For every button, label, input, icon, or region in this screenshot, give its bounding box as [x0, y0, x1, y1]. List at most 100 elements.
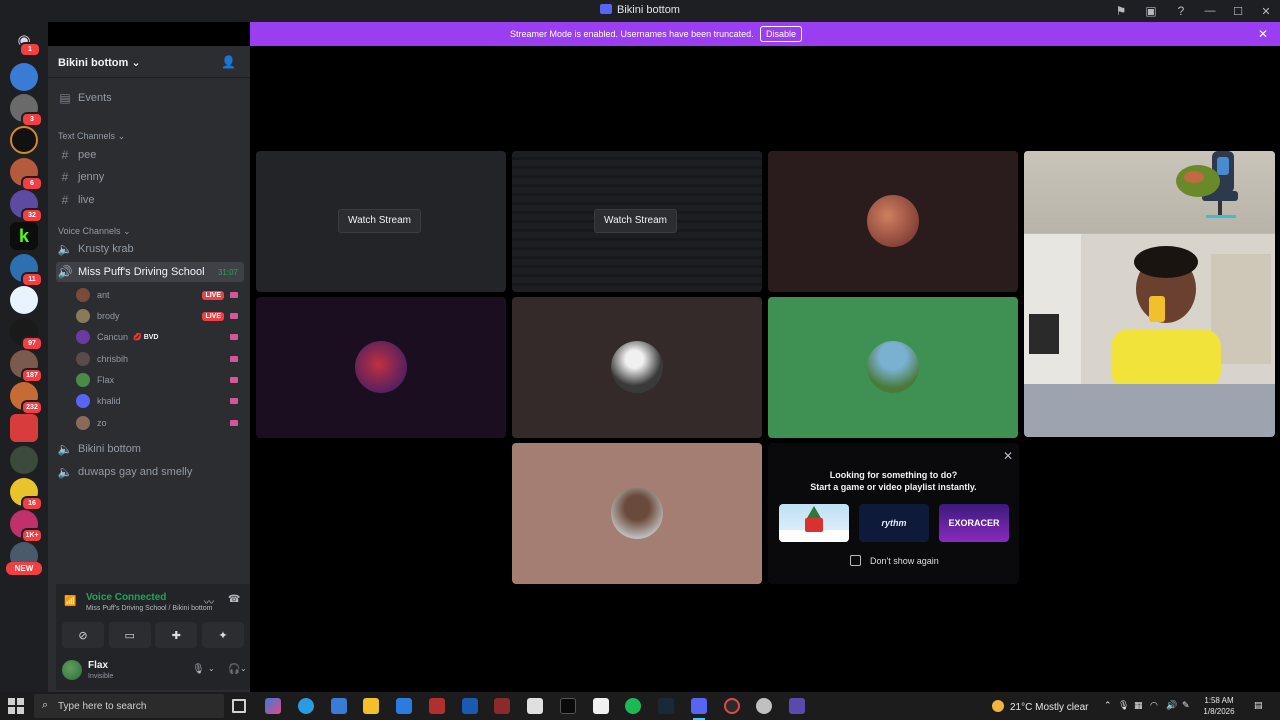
server-icon[interactable]	[10, 126, 38, 154]
stream-tile[interactable]: Watch Stream	[256, 151, 506, 292]
activity-thumbnail[interactable]: rythm	[859, 504, 929, 542]
channel-pee[interactable]: # pee	[56, 145, 244, 165]
voice-channel-bikini-bottom[interactable]: 🔈 Bikini bottom	[56, 439, 244, 459]
voice-user[interactable]: zo	[76, 413, 244, 433]
events-item[interactable]: ▤ Events	[56, 88, 244, 108]
minimize-button[interactable]: —	[1196, 0, 1224, 22]
activities-button[interactable]: ✚	[155, 622, 198, 648]
close-icon[interactable]: ✕	[1258, 27, 1268, 41]
discord-home-icon[interactable]: ◉ 1	[10, 26, 41, 57]
server-icon[interactable]: 6	[10, 158, 43, 191]
app-icon[interactable]	[494, 698, 510, 714]
server-icon[interactable]: 3	[10, 94, 43, 127]
headphones-icon[interactable]: 🎧	[228, 664, 240, 675]
participant-tile[interactable]	[256, 297, 506, 438]
disable-streamer-mode-button[interactable]: Disable	[760, 26, 803, 42]
participant-tile[interactable]	[768, 151, 1018, 292]
app-icon[interactable]	[724, 698, 740, 714]
stream-tile[interactable]: Watch Stream	[512, 151, 762, 292]
voice-user[interactable]: Cancun 💋 BVD	[76, 327, 244, 347]
share-screen-button[interactable]: ▭	[108, 622, 151, 648]
channel-live[interactable]: # live	[56, 190, 244, 210]
microphone-icon[interactable]: 🎙	[192, 664, 205, 675]
system-clock[interactable]: 1:58 AM 1/8/2026	[1196, 695, 1242, 717]
voice-channel-duwaps[interactable]: 🔈 duwaps gay and smelly	[56, 462, 244, 482]
webcam-tile[interactable]	[1024, 151, 1275, 437]
app-icon[interactable]	[462, 698, 478, 714]
voice-user[interactable]: Flax	[76, 370, 244, 390]
app-icon[interactable]	[560, 698, 576, 714]
network-icon[interactable]: ▦	[1134, 700, 1143, 711]
server-icon[interactable]: 97	[10, 318, 43, 351]
soundboard-button[interactable]: ✦	[201, 622, 244, 648]
pen-icon[interactable]: ✎	[1182, 700, 1190, 711]
activity-thumbnail[interactable]: EXORACER	[939, 504, 1009, 542]
participant-tile[interactable]	[512, 443, 762, 584]
voice-user[interactable]: chrisbih	[76, 349, 244, 369]
signal-icon[interactable]: 📶	[64, 596, 76, 607]
server-icon[interactable]	[10, 414, 38, 442]
close-icon[interactable]: ✕	[1003, 449, 1013, 463]
weather-widget[interactable]: 21°C Mostly clear	[992, 700, 1088, 713]
app-icon[interactable]	[527, 698, 543, 714]
chevron-up-icon[interactable]: ⌃	[1104, 700, 1112, 711]
help-icon[interactable]: ?	[1166, 0, 1196, 22]
server-icon[interactable]	[10, 286, 38, 314]
steam-icon[interactable]	[658, 698, 674, 714]
voice-channel-krusty-krab[interactable]: 🔈 Krusty krab	[56, 239, 244, 259]
app-icon[interactable]	[756, 698, 772, 714]
username[interactable]: Flax	[88, 660, 108, 671]
disconnect-icon[interactable]: ☎	[228, 594, 240, 605]
volume-icon[interactable]: 🔊	[1166, 700, 1177, 711]
server-icon[interactable]	[10, 63, 38, 91]
server-icon[interactable]: 16	[10, 478, 43, 511]
watch-stream-button[interactable]: Watch Stream	[338, 209, 421, 233]
chevron-down-icon[interactable]: ⌄	[208, 664, 215, 673]
text-channels-category[interactable]: Text Channels ⌄	[58, 131, 125, 142]
copilot-icon[interactable]	[265, 698, 281, 714]
kick-server-icon[interactable]: k	[10, 222, 38, 250]
edge-browser-icon[interactable]	[298, 698, 314, 714]
spotify-icon[interactable]	[625, 698, 641, 714]
server-icon[interactable]: 232	[10, 382, 43, 415]
camera-off-button[interactable]: ⊘	[62, 622, 104, 648]
channel-jenny[interactable]: # jenny	[56, 167, 244, 187]
dont-show-again-checkbox[interactable]	[850, 555, 861, 566]
inbox-icon[interactable]: ▣	[1136, 0, 1166, 22]
server-icon[interactable]: 1K+	[10, 510, 43, 543]
notepad-icon[interactable]	[593, 698, 609, 714]
voice-user[interactable]: ant LIVE	[76, 285, 244, 305]
app-icon[interactable]	[789, 698, 805, 714]
server-icon[interactable]: 11	[10, 254, 43, 287]
maximize-button[interactable]: ☐	[1224, 0, 1252, 22]
store-icon[interactable]	[331, 698, 347, 714]
voice-status[interactable]: Voice Connected	[86, 592, 166, 603]
app-icon[interactable]	[429, 698, 445, 714]
voice-channels-category[interactable]: Voice Channels ⌄	[58, 226, 131, 237]
microphone-icon[interactable]: 🎙	[1118, 700, 1129, 711]
file-explorer-icon[interactable]	[363, 698, 379, 714]
task-view-icon[interactable]	[232, 699, 246, 713]
close-window-button[interactable]: ✕	[1252, 0, 1280, 22]
voice-user[interactable]: khalid	[76, 391, 244, 411]
activity-thumbnail[interactable]	[779, 504, 849, 542]
server-icon[interactable]: 187	[10, 350, 43, 383]
participant-tile[interactable]	[768, 297, 1018, 438]
invite-people-icon[interactable]: 👤	[221, 55, 236, 69]
outlook-icon[interactable]	[396, 698, 412, 714]
taskbar-search[interactable]: ⌕ Type here to search	[34, 694, 224, 718]
server-icon[interactable]	[10, 446, 38, 474]
voice-user[interactable]: brody LIVE	[76, 306, 244, 326]
voice-channel-miss-puffs[interactable]: 🔊 Miss Puff's Driving School 31:07	[56, 262, 244, 282]
notifications-icon[interactable]: ▤	[1254, 700, 1263, 711]
noise-suppression-icon[interactable]: 〰	[204, 594, 214, 609]
discord-icon[interactable]	[691, 698, 707, 720]
windows-start-icon[interactable]	[8, 698, 24, 714]
wifi-icon[interactable]: ◠	[1150, 700, 1158, 711]
watch-stream-button[interactable]: Watch Stream	[594, 209, 677, 233]
server-icon[interactable]: 32	[10, 190, 43, 223]
participant-tile[interactable]	[512, 297, 762, 438]
inbox-flag-icon[interactable]: ⚑	[1106, 0, 1136, 22]
server-header[interactable]: Bikini bottom ⌄ 👤	[48, 46, 250, 78]
chevron-down-icon[interactable]: ⌄	[240, 664, 247, 673]
